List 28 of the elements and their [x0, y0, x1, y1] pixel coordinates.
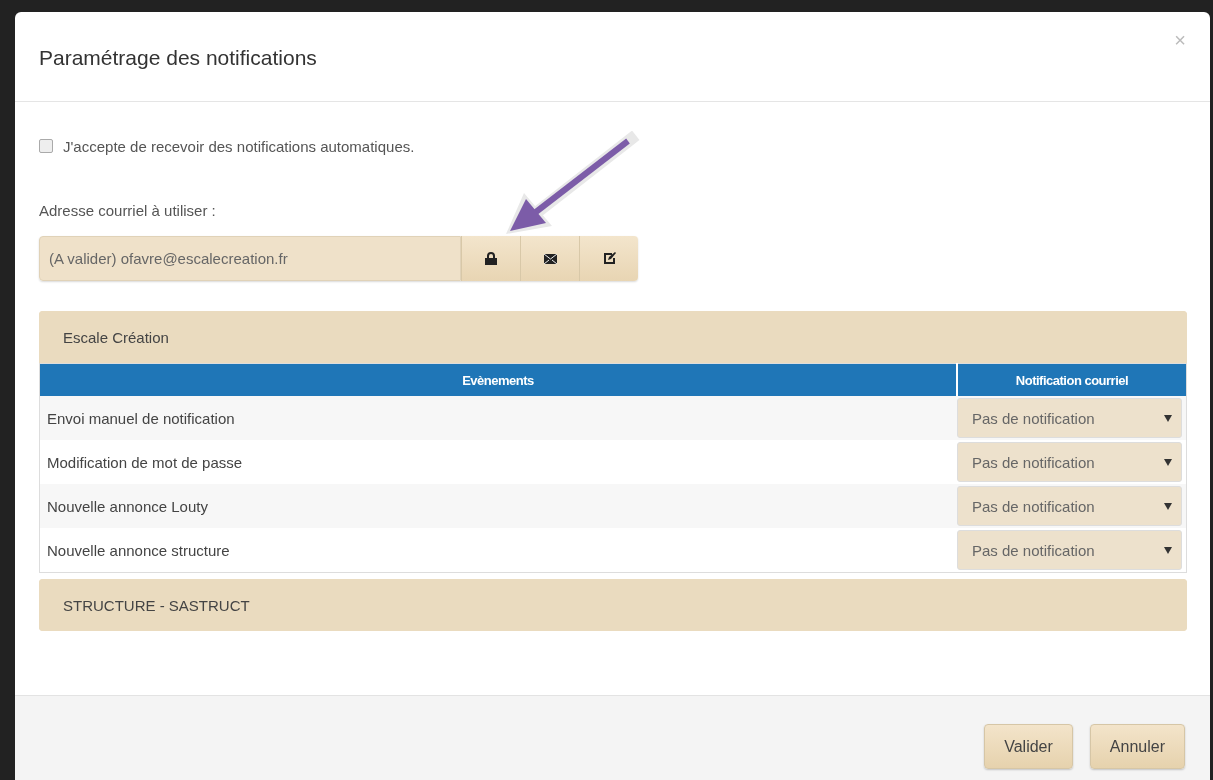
- caret-icon: [1164, 414, 1172, 422]
- cancel-button[interactable]: Annuler: [1089, 724, 1185, 769]
- caret-icon: [1164, 458, 1172, 466]
- column-header: Notification courriel: [957, 363, 1187, 396]
- table-cell: Nouvelle annonce Louty: [39, 484, 957, 528]
- lock-button[interactable]: [461, 236, 521, 281]
- email-button[interactable]: [520, 236, 580, 281]
- field-label: Adresse courriel à utiliser :: [39, 202, 217, 221]
- checkbox-label: J'accepte de recevoir des notifications automatiques.: [63, 137, 415, 155]
- table-cell: Nouvelle annonce structure: [39, 528, 957, 573]
- checkbox[interactable]: [39, 139, 53, 153]
- edit-icon: [602, 252, 616, 265]
- table-cell: Modification de mot de passe: [39, 440, 957, 484]
- lock-icon: [485, 252, 498, 265]
- dropdown[interactable]: Pas de notification: [957, 530, 1182, 570]
- dropdown[interactable]: Pas de notification: [957, 486, 1182, 526]
- dropdown[interactable]: Pas de notification: [957, 442, 1182, 482]
- email-field[interactable]: (A valider) ofavre@escalecreation.fr: [39, 236, 462, 281]
- caret-icon: [1164, 502, 1172, 510]
- panel-heading[interactable]: STRUCTURE - SASTRUCT: [39, 579, 1187, 631]
- caret-icon: [1164, 546, 1172, 554]
- dropdown[interactable]: Pas de notification: [957, 398, 1182, 438]
- envelope-icon: [543, 253, 557, 264]
- table-cell: Envoi manuel de notification: [39, 396, 957, 440]
- dialog-title: Paramétrage des notifications: [39, 44, 317, 70]
- edit-button[interactable]: [579, 236, 638, 281]
- submit-button[interactable]: Valider: [984, 724, 1073, 769]
- column-header: Evènements: [39, 363, 957, 396]
